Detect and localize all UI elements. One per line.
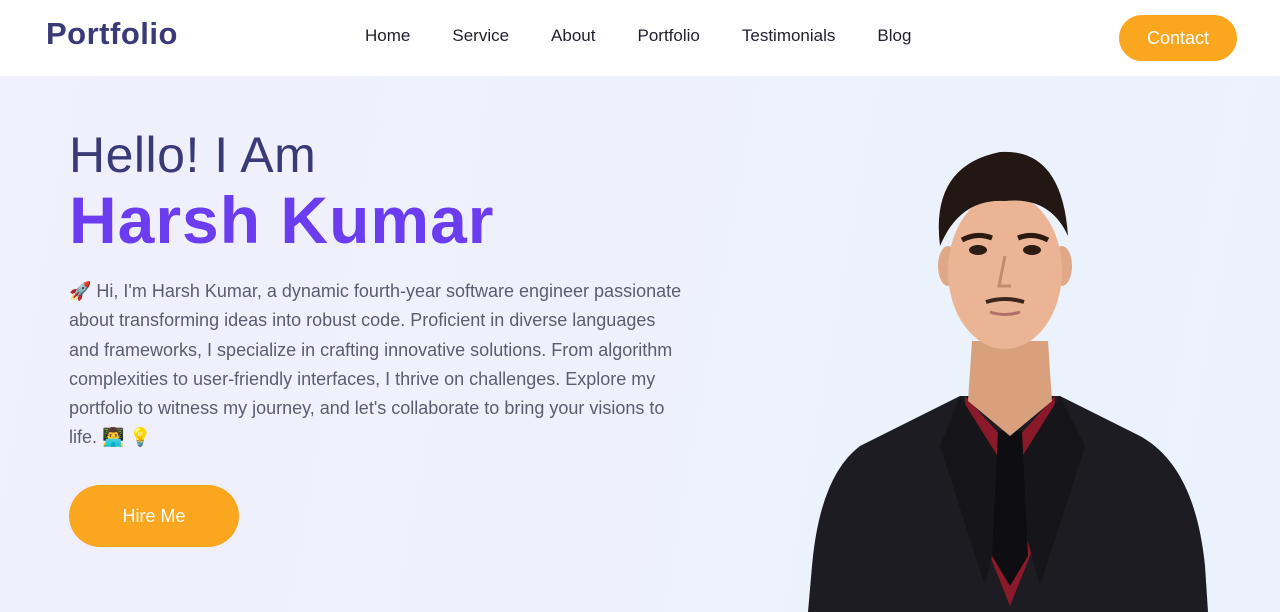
- nav-link-blog[interactable]: Blog: [877, 24, 911, 48]
- hero-name: Harsh Kumar: [69, 183, 495, 257]
- hire-me-button[interactable]: Hire Me: [69, 485, 239, 547]
- contact-button[interactable]: Contact: [1119, 15, 1237, 61]
- profile-photo: [808, 151, 1208, 612]
- hero-section: Hello! I Am Harsh Kumar 🚀 Hi, I'm Harsh …: [0, 76, 1280, 612]
- nav-link-portfolio[interactable]: Portfolio: [637, 24, 699, 48]
- nav-links: Home Service About Portfolio Testimonial…: [344, 24, 932, 48]
- nav-link-testimonials[interactable]: Testimonials: [742, 24, 836, 48]
- nav-link-about[interactable]: About: [551, 24, 595, 48]
- hero-bio: 🚀 Hi, I'm Harsh Kumar, a dynamic fourth-…: [69, 281, 682, 448]
- site-logo[interactable]: Portfolio: [46, 16, 178, 52]
- navbar: Portfolio Home Service About Portfolio T…: [0, 0, 1280, 76]
- hero-greeting: Hello! I Am: [69, 127, 317, 183]
- nav-link-home[interactable]: Home: [365, 24, 410, 48]
- nav-link-service[interactable]: Service: [452, 24, 509, 48]
